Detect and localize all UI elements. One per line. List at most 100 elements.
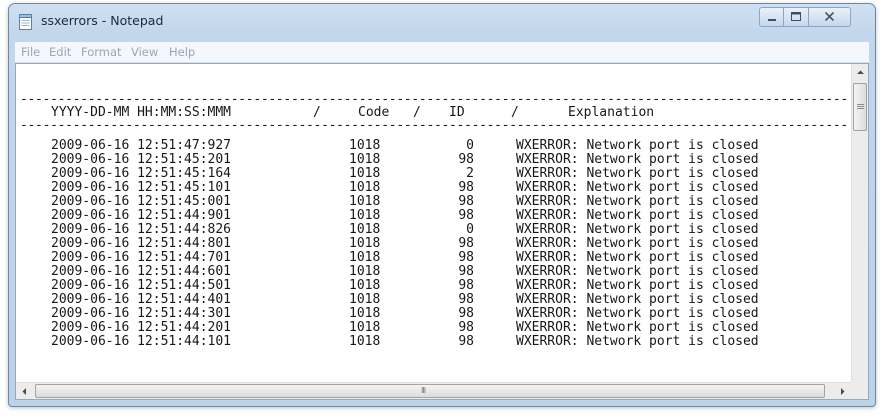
row-explanation: WXERROR: Network port is closed [516, 194, 759, 209]
row-id: 2 [466, 166, 474, 181]
scroll-left-button[interactable] [16, 383, 33, 399]
row-id: 98 [458, 208, 474, 223]
title-bar[interactable]: ssxerrors - Notepad [9, 4, 875, 34]
row-explanation: WXERROR: Network port is closed [516, 306, 759, 321]
row-code: 1018 [349, 194, 381, 209]
row-code: 1018 [349, 264, 381, 279]
row-timestamp: 2009-06-16 12:51:44:601 [51, 264, 232, 279]
maximize-icon [791, 12, 801, 21]
row-id: 98 [458, 292, 474, 307]
close-icon [824, 11, 835, 22]
row-explanation: WXERROR: Network port is closed [516, 180, 759, 195]
row-timestamp: 2009-06-16 12:51:44:401 [51, 292, 232, 307]
row-explanation: WXERROR: Network port is closed [516, 320, 759, 335]
menu-file[interactable]: File [21, 45, 40, 59]
row-explanation: WXERROR: Network port is closed [516, 278, 759, 293]
log-row: 2009-06-16 12:51:44:801 1018 98 WXERROR:… [16, 237, 851, 251]
header-code: Code [358, 105, 390, 120]
vertical-scrollbar[interactable] [851, 64, 868, 382]
row-timestamp: 2009-06-16 12:51:44:901 [51, 208, 232, 223]
row-timestamp: 2009-06-16 12:51:47:927 [51, 138, 232, 153]
row-timestamp: 2009-06-16 12:51:45:101 [51, 180, 232, 195]
row-code: 1018 [349, 208, 381, 223]
header-timestamp: YYYY-DD-MM HH:MM:SS:MMM [51, 105, 232, 120]
separator-rule-bottom: ----------------------------------------… [20, 119, 848, 133]
header-separator: / [313, 105, 321, 120]
scroll-up-arrow-icon [857, 70, 864, 74]
log-row: 2009-06-16 12:51:44:826 1018 0 WXERROR: … [16, 223, 851, 237]
log-row: 2009-06-16 12:51:44:701 1018 98 WXERROR:… [16, 251, 851, 265]
row-timestamp: 2009-06-16 12:51:45:001 [51, 194, 232, 209]
log-row: 2009-06-16 12:51:44:301 1018 98 WXERROR:… [16, 307, 851, 321]
row-code: 1018 [349, 180, 381, 195]
log-row: 2009-06-16 12:51:44:101 1018 98 WXERROR:… [16, 335, 851, 349]
row-code: 1018 [349, 292, 381, 307]
horizontal-scroll-thumb[interactable]: III [35, 384, 825, 398]
row-explanation: WXERROR: Network port is closed [516, 236, 759, 251]
notepad-icon[interactable] [19, 14, 33, 30]
menu-view[interactable]: View [131, 45, 158, 59]
row-code: 1018 [349, 166, 381, 181]
scroll-thumb-grip [857, 104, 864, 110]
row-id: 0 [466, 222, 474, 237]
row-timestamp: 2009-06-16 12:51:45:164 [51, 166, 232, 181]
row-explanation: WXERROR: Network port is closed [516, 152, 759, 167]
menu-help[interactable]: Help [169, 45, 195, 59]
row-id: 98 [458, 306, 474, 321]
scroll-left-arrow-icon [22, 388, 26, 395]
scroll-thumb-grip: III [421, 386, 426, 395]
vertical-scroll-thumb[interactable] [853, 83, 867, 131]
row-id: 98 [458, 152, 474, 167]
log-row: 2009-06-16 12:51:45:001 1018 98 WXERROR:… [16, 195, 851, 209]
menu-format[interactable]: Format [81, 45, 122, 59]
row-id: 98 [458, 194, 474, 209]
log-row: 2009-06-16 12:51:44:401 1018 98 WXERROR:… [16, 293, 851, 307]
header-separator: / [511, 105, 519, 120]
row-timestamp: 2009-06-16 12:51:44:801 [51, 236, 232, 251]
header-explanation: Explanation [568, 105, 655, 120]
row-id: 98 [458, 264, 474, 279]
row-code: 1018 [349, 152, 381, 167]
column-header-line: YYYY-DD-MM HH:MM:SS:MMM / Code / ID / Ex… [16, 106, 851, 120]
scroll-up-button[interactable] [852, 64, 868, 81]
log-row: 2009-06-16 12:51:44:201 1018 98 WXERROR:… [16, 321, 851, 335]
log-row: 2009-06-16 12:51:44:501 1018 98 WXERROR:… [16, 279, 851, 293]
menu-edit[interactable]: Edit [49, 45, 71, 59]
row-explanation: WXERROR: Network port is closed [516, 292, 759, 307]
row-code: 1018 [349, 236, 381, 251]
scroll-right-arrow-icon [841, 388, 845, 395]
document-text[interactable]: ----------------------------------------… [16, 64, 851, 382]
row-id: 98 [458, 320, 474, 335]
row-id: 98 [458, 334, 474, 349]
menu-bar: File Edit Format View Help [15, 42, 869, 63]
header-separator: / [413, 105, 421, 120]
row-id: 98 [458, 180, 474, 195]
row-code: 1018 [349, 334, 381, 349]
scroll-right-button[interactable] [834, 383, 851, 399]
close-button[interactable] [809, 7, 851, 27]
row-timestamp: 2009-06-16 12:51:44:701 [51, 250, 232, 265]
row-timestamp: 2009-06-16 12:51:45:201 [51, 152, 232, 167]
editor-area[interactable]: ----------------------------------------… [15, 63, 869, 400]
minimize-icon [768, 19, 776, 21]
row-code: 1018 [349, 250, 381, 265]
log-row: 2009-06-16 12:51:45:101 1018 98 WXERROR:… [16, 181, 851, 195]
row-explanation: WXERROR: Network port is closed [516, 334, 759, 349]
scrollbar-corner [851, 382, 868, 399]
row-explanation: WXERROR: Network port is closed [516, 208, 759, 223]
row-timestamp: 2009-06-16 12:51:44:201 [51, 320, 232, 335]
row-timestamp: 2009-06-16 12:51:44:826 [51, 222, 232, 237]
row-id: 98 [458, 278, 474, 293]
row-code: 1018 [349, 306, 381, 321]
header-id: ID [449, 105, 465, 120]
minimize-button[interactable] [759, 7, 784, 27]
row-explanation: WXERROR: Network port is closed [516, 138, 759, 153]
row-code: 1018 [349, 138, 381, 153]
row-timestamp: 2009-06-16 12:51:44:101 [51, 334, 232, 349]
maximize-button[interactable] [784, 7, 809, 27]
log-rows: 2009-06-16 12:51:47:927 1018 0 WXERROR: … [16, 139, 851, 382]
row-explanation: WXERROR: Network port is closed [516, 166, 759, 181]
log-row: 2009-06-16 12:51:45:164 1018 2 WXERROR: … [16, 167, 851, 181]
horizontal-scrollbar[interactable]: III [16, 382, 851, 399]
row-explanation: WXERROR: Network port is closed [516, 264, 759, 279]
